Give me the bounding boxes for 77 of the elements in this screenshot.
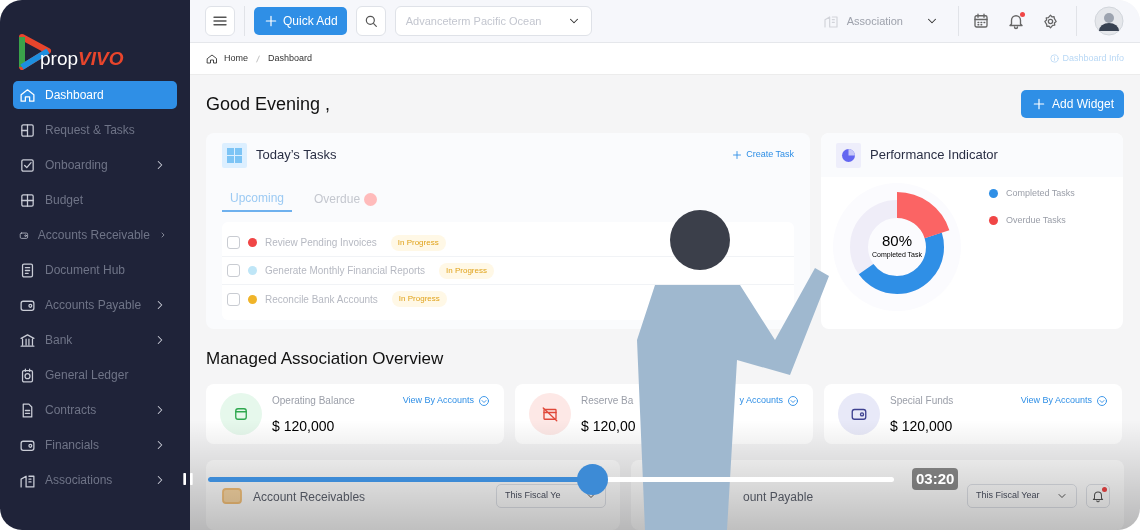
status-badge: In Progress <box>391 291 447 307</box>
chevron-down-icon <box>787 394 799 407</box>
status-badge: In Progress <box>439 262 494 279</box>
building-icon <box>822 13 839 30</box>
pie-chart-icon <box>836 142 861 168</box>
sidebar-item[interactable]: Dashboard <box>13 81 177 109</box>
document-icon <box>19 261 36 279</box>
breadcrumb-link[interactable]: Home <box>224 51 248 66</box>
quick-add-button[interactable]: Quick Add <box>254 7 347 36</box>
create-task-link[interactable]: Create Task <box>731 148 794 162</box>
balance-title: Operating Balance <box>272 394 355 408</box>
bell-icon[interactable] <box>1007 12 1025 31</box>
sidebar-item[interactable]: Accounts Payable <box>13 291 177 319</box>
logo: propVIVO <box>40 49 124 68</box>
settings-icon[interactable] <box>1042 12 1059 30</box>
chevron-down-icon <box>1096 394 1108 407</box>
sidebar-item[interactable]: Financials <box>13 431 177 459</box>
section-heading: Managed Association Overview <box>206 348 445 370</box>
greeting-heading: Good Evening , <box>206 92 331 116</box>
community-dropdown[interactable]: Advanceterm Pacific Ocean <box>394 6 592 37</box>
checkbox[interactable] <box>227 236 240 249</box>
bell-icon <box>1091 489 1105 503</box>
sidebar-item[interactable]: Associations <box>13 466 177 494</box>
sidebar-item[interactable]: Onboarding <box>13 151 177 179</box>
view-by-accounts-link[interactable]: View By Accounts <box>1020 393 1108 408</box>
sidebar-item[interactable]: Request & Tasks <box>13 116 177 144</box>
task-tab[interactable]: Upcoming <box>222 186 293 212</box>
info-icon <box>1049 53 1061 65</box>
association-dropdown[interactable]: Association <box>822 12 945 30</box>
view-by-accounts-link[interactable]: y Accounts <box>739 393 799 408</box>
sidebar-item[interactable]: Contracts <box>13 396 177 424</box>
balance-amount: $ 120,00 <box>581 417 637 436</box>
sidebar-item[interactable]: General Ledger <box>13 361 177 389</box>
calendar-icon[interactable] <box>972 12 990 31</box>
search-button[interactable] <box>355 6 386 37</box>
task-name: Generate Monthly Financial Reports <box>265 264 426 278</box>
period-dropdown[interactable]: This Fiscal Year <box>967 484 1077 508</box>
percentage-value: 80% <box>882 233 912 249</box>
video-time: 03:20 <box>912 467 959 491</box>
chevron-down-icon <box>478 394 490 407</box>
notification-button[interactable] <box>1086 484 1110 508</box>
task-name: Reconcile Bank Accounts <box>265 292 378 307</box>
status-badge: In Progress <box>390 234 446 251</box>
home-icon <box>206 52 218 65</box>
grid-icon <box>19 191 36 209</box>
sidebar-item[interactable]: Document Hub <box>13 256 177 284</box>
legend-label: Completed Tasks <box>1006 187 1075 200</box>
breadcrumb-separator-icon <box>254 52 262 65</box>
sidebar-item[interactable]: Budget <box>13 186 177 214</box>
card-title: ount Payable <box>743 489 815 506</box>
grid-icon <box>222 142 247 168</box>
add-widget-button[interactable]: Add Widget <box>1020 90 1124 118</box>
card-off-icon <box>541 405 559 423</box>
sidebar-item[interactable]: Accounts Receivable <box>13 221 177 249</box>
bank-icon <box>19 331 36 349</box>
menu-button[interactable] <box>205 6 235 37</box>
home-icon <box>19 86 36 104</box>
balance-title: Reserve Ba <box>581 394 634 408</box>
legend-label: Overdue Tasks <box>1006 213 1066 227</box>
balance-amount: $ 120,000 <box>272 417 336 436</box>
card-title: Account Receivables <box>253 489 367 506</box>
card-title: Performance Indicator <box>870 146 998 165</box>
avatar-icon[interactable] <box>1094 6 1124 37</box>
balance-title: Special Funds <box>890 394 954 408</box>
card-icon <box>232 405 250 423</box>
task-name: Review Pending Invoices <box>265 236 377 250</box>
checkbox[interactable] <box>227 292 240 306</box>
card-title: Today’s Tasks <box>256 146 338 165</box>
ledger-icon <box>19 366 36 384</box>
view-by-accounts-link[interactable]: View By Accounts <box>402 393 490 408</box>
breadcrumb-link[interactable]: Dashboard <box>268 51 313 66</box>
checkbox-icon <box>19 156 36 174</box>
balance-amount: $ 120,000 <box>890 417 954 436</box>
checkbox[interactable] <box>227 264 240 277</box>
plus-icon <box>731 149 744 161</box>
layout-icon <box>19 121 36 139</box>
sidebar-item[interactable]: Bank <box>13 326 177 354</box>
